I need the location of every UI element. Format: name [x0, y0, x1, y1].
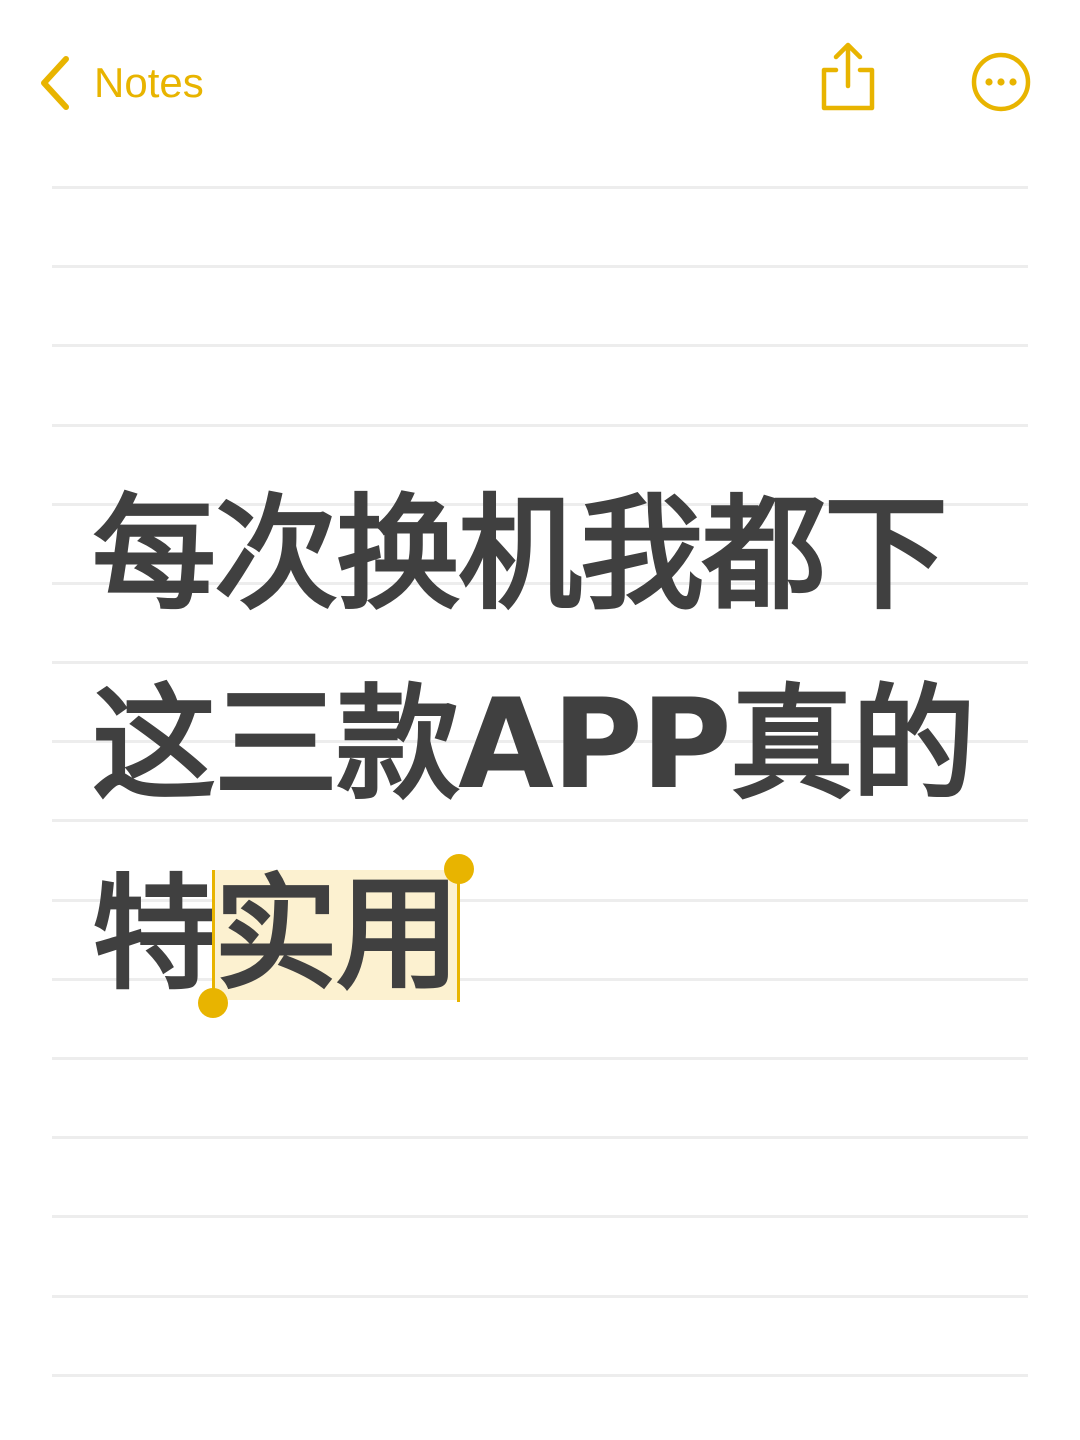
note-line-3: 特实用 — [92, 854, 992, 1050]
ruled-line — [52, 424, 1028, 427]
note-line-1: 每次换机我都下 — [92, 483, 948, 627]
ruled-line — [52, 1295, 1028, 1298]
ruled-line — [52, 1374, 1028, 1377]
ruled-line — [52, 186, 1028, 189]
selection-start-caret — [212, 870, 216, 1002]
selected-text: 实用 — [214, 863, 460, 1007]
note-text-area[interactable]: 每次换机我都下 这三款APP真的 特实用 — [92, 480, 992, 1050]
text-selection[interactable]: 实用 — [198, 854, 475, 1018]
ruled-line — [52, 1215, 1028, 1218]
ruled-line — [52, 1057, 1028, 1060]
selection-end-handle[interactable] — [444, 854, 475, 884]
note-line-2: 这三款APP真的 — [92, 673, 976, 817]
ruled-line — [52, 1136, 1028, 1139]
note-text-prefix: 特 — [92, 863, 216, 1007]
ruled-line — [52, 344, 1028, 347]
selection-end-caret — [457, 870, 461, 1002]
selection-start-handle[interactable] — [198, 988, 229, 1018]
ruled-line — [52, 265, 1028, 268]
